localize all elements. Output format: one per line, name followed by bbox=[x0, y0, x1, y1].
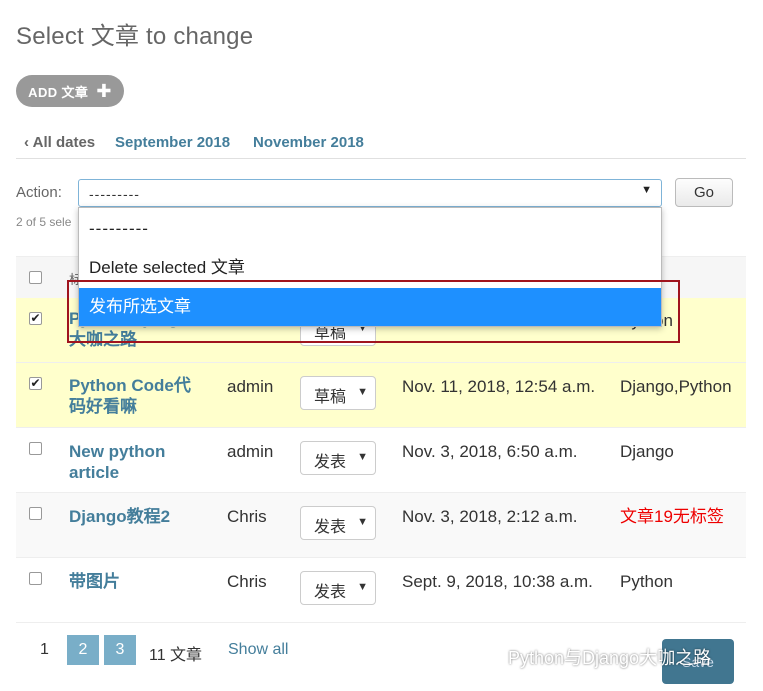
status-value: 发表 bbox=[314, 519, 347, 536]
selection-counter: 2 of 5 sele bbox=[16, 215, 72, 229]
author-cell: admin bbox=[227, 442, 274, 461]
tags-cell: Django,Python bbox=[620, 377, 732, 396]
wechat-icon bbox=[476, 647, 502, 667]
status-value: 草稿 bbox=[314, 389, 347, 406]
action-label: Action: bbox=[16, 184, 62, 201]
chevron-down-icon: ▼ bbox=[641, 184, 653, 196]
add-button-label: ADD 文章 bbox=[28, 84, 89, 100]
article-title-link[interactable]: 带图片 bbox=[69, 571, 199, 592]
article-title-link[interactable]: Django教程2 bbox=[69, 506, 199, 527]
chevron-down-icon: ▼ bbox=[357, 516, 368, 528]
date-cell: Nov. 3, 2018, 2:12 a.m. bbox=[402, 507, 578, 526]
date-filter-september[interactable]: September 2018 bbox=[115, 134, 230, 151]
result-count: 11 文章 bbox=[149, 647, 203, 664]
divider bbox=[16, 158, 746, 159]
select-all-checkbox[interactable] bbox=[29, 271, 42, 284]
row-checkbox[interactable]: ✔ bbox=[29, 377, 42, 390]
go-button[interactable]: Go bbox=[675, 178, 733, 207]
article-title-link[interactable]: New python article bbox=[69, 441, 199, 483]
date-cell: Sept. 9, 2018, 10:38 a.m. bbox=[402, 572, 593, 591]
status-select[interactable]: 草稿 ▼ bbox=[300, 376, 376, 410]
row-checkbox[interactable] bbox=[29, 507, 42, 520]
article-title-link[interactable]: Python Code代码好看嘛 bbox=[69, 375, 199, 417]
action-select[interactable]: --------- ▼ bbox=[78, 179, 662, 207]
table-row: New python article admin 发表 ▼ Nov. 3, 20… bbox=[16, 428, 746, 493]
date-filter-all[interactable]: ‹ All dates bbox=[24, 134, 95, 151]
page-2[interactable]: 2 bbox=[67, 635, 99, 665]
tags-cell: 文章19无标签 bbox=[620, 507, 724, 526]
date-filter-november[interactable]: November 2018 bbox=[253, 134, 364, 151]
show-all-link[interactable]: Show all bbox=[228, 641, 288, 659]
date-cell: Nov. 11, 2018, 12:54 a.m. bbox=[402, 377, 596, 396]
author-cell: admin bbox=[227, 377, 274, 396]
chevron-down-icon: ▼ bbox=[357, 581, 368, 593]
status-select[interactable]: 发表 ▼ bbox=[300, 441, 376, 475]
chevron-down-icon: ▼ bbox=[357, 386, 368, 398]
date-cell: Nov. 3, 2018, 6:50 a.m. bbox=[402, 442, 578, 461]
page-3[interactable]: 3 bbox=[104, 635, 136, 665]
author-cell: Chris bbox=[227, 572, 267, 591]
status-value: 发表 bbox=[314, 584, 347, 601]
row-checkbox[interactable] bbox=[29, 572, 42, 585]
chevron-down-icon: ▼ bbox=[357, 451, 368, 463]
author-cell: Chris bbox=[227, 507, 267, 526]
watermark-text: Python与Django大咖之路 bbox=[508, 648, 712, 668]
table-row: 带图片 Chris 发表 ▼ Sept. 9, 2018, 10:38 a.m.… bbox=[16, 558, 746, 623]
add-article-button[interactable]: ADD 文章 ✚ bbox=[16, 75, 124, 107]
row-checkbox[interactable]: ✔ bbox=[29, 312, 42, 325]
table-row: Django教程2 Chris 发表 ▼ Nov. 3, 2018, 2:12 … bbox=[16, 493, 746, 558]
tags-cell: Python bbox=[620, 572, 673, 591]
page-1[interactable]: 1 bbox=[40, 641, 49, 659]
table-row: ✔ Python Code代码好看嘛 admin 草稿 ▼ Nov. 11, 2… bbox=[16, 363, 746, 428]
annotation-highlight-box bbox=[67, 280, 680, 343]
status-select[interactable]: 发表 ▼ bbox=[300, 506, 376, 540]
tags-cell: Django bbox=[620, 442, 674, 461]
page-title: Select 文章 to change bbox=[16, 23, 254, 50]
action-selected-value: --------- bbox=[89, 186, 140, 202]
status-value: 发表 bbox=[314, 454, 347, 471]
watermark: Python与Django大咖之路 bbox=[476, 644, 711, 670]
status-select[interactable]: 发表 ▼ bbox=[300, 571, 376, 605]
row-checkbox[interactable] bbox=[29, 442, 42, 455]
action-option-blank[interactable]: --------- bbox=[79, 210, 661, 248]
plus-icon: ✚ bbox=[96, 81, 112, 101]
